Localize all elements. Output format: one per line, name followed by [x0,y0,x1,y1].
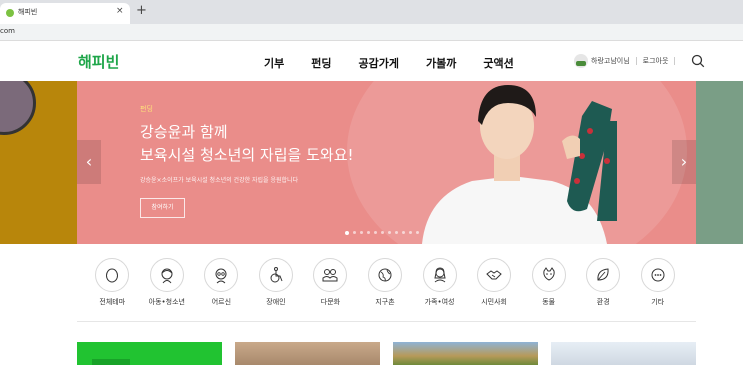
favicon-icon [6,9,14,17]
banner-subtitle: 강승윤×소이프가 보육시설 청소년의 건강한 자립을 응원합니다 [140,177,299,184]
featured-card[interactable] [77,342,222,365]
nav-item-visit[interactable]: 가볼까 [426,55,456,71]
slide-dot[interactable] [353,231,356,234]
next-slide-peek[interactable] [696,81,743,244]
category-item[interactable]: 아동•청소년 [140,258,195,318]
content-card[interactable] [235,342,380,365]
slide-dot[interactable] [416,231,419,234]
participate-button[interactable]: 참여하기 [140,198,185,218]
slide-dot[interactable] [388,231,391,234]
category-item[interactable]: 기타 [630,258,685,318]
site-logo[interactable]: 해피빈 [78,51,119,72]
slide-dot[interactable] [402,231,405,234]
banner-person-image [422,85,617,244]
prev-slide-peek[interactable] [0,81,77,244]
category-label: 동물 [542,298,556,306]
elder-icon [204,258,239,292]
slide-dot[interactable] [409,231,412,234]
banner-slide[interactable]: 펀딩 강승윤과 함께 보육시설 청소년의 자립을 도와요! 강승윤×소이프가 보… [77,81,696,244]
category-label: 가족•여성 [424,298,455,306]
banner-carousel: 펀딩 강승윤과 함께 보육시설 청소년의 자립을 도와요! 강승윤×소이프가 보… [0,81,743,244]
new-tab-button[interactable]: + [136,4,147,18]
cat-icon [531,258,566,292]
slide-dot[interactable] [381,231,384,234]
slide-dot[interactable] [374,231,377,234]
category-item[interactable]: 가족•여성 [412,258,467,318]
slide-dot[interactable] [367,231,370,234]
leaf-icon [586,258,621,292]
site-header: 해피빈 기부 펀딩 공감가게 가볼까 굿액션 하랑고남이님 로그아웃 [0,41,743,81]
address-bar[interactable]: com [0,24,743,41]
close-tab-icon[interactable]: × [116,6,124,16]
more-icon [640,258,675,292]
content-card[interactable] [393,342,538,365]
category-label: 지구촌 [375,298,395,306]
woman-icon [422,258,457,292]
category-label: 환경 [596,298,610,306]
user-area: 하랑고남이님 로그아웃 [574,54,705,68]
nav-item-funding[interactable]: 펀딩 [311,55,331,71]
category-list: 전체테마 아동•청소년 어르신 장애인 다문화 지구촌 가족•여성 시민사회 동물 환경 기타 [85,258,685,318]
slide-dot[interactable] [360,231,363,234]
category-label: 시민사회 [481,298,507,306]
slide-indicators [345,230,423,235]
browser-tab-bar: 해피빈 × + [0,0,743,24]
logout-link[interactable]: 로그아웃 [643,56,669,66]
tab-title: 해피빈 [18,8,38,16]
prev-slide-button[interactable]: ‹ [77,140,101,184]
wheelchair-icon [258,258,293,292]
category-item[interactable]: 어르신 [194,258,249,318]
divider [635,57,637,65]
user-name[interactable]: 하랑고남이님 [591,56,630,66]
globe-icon [368,258,402,292]
section-divider [77,321,696,322]
divider [674,57,676,65]
category-item[interactable]: 전체테마 [85,258,140,318]
content-card[interactable] [551,342,696,365]
avatar[interactable] [574,54,588,68]
nav-item-store[interactable]: 공감가게 [359,55,399,71]
category-label: 기타 [651,298,665,306]
nav-item-good-action[interactable]: 굿액션 [483,55,513,71]
main-nav: 기부 펀딩 공감가게 가볼까 굿액션 [264,55,541,71]
handshake-icon [477,258,512,292]
next-slide-button[interactable]: › [672,140,696,184]
browser-tab[interactable]: 해피빈 × [0,3,130,24]
category-item[interactable]: 동물 [521,258,576,318]
category-item[interactable]: 환경 [576,258,631,318]
search-icon[interactable] [691,54,705,68]
banner-category: 펀딩 [140,105,153,113]
slide-dot[interactable] [395,231,398,234]
people-icon [313,258,348,292]
card-row [77,342,696,365]
child-icon [149,258,184,292]
category-label: 장애인 [266,298,286,306]
category-label: 다문화 [320,298,341,306]
category-item[interactable]: 다문화 [303,258,358,318]
category-item[interactable]: 장애인 [249,258,304,318]
category-label: 어르신 [211,298,232,306]
slide-dot[interactable] [345,230,349,235]
category-label: 전체테마 [99,298,126,306]
egg-icon [95,258,130,292]
nav-item-donate[interactable]: 기부 [264,55,284,71]
banner-title: 강승윤과 함께 보육시설 청소년의 자립을 도와요! [140,123,354,164]
category-item[interactable]: 지구촌 [358,258,413,318]
category-item[interactable]: 시민사회 [467,258,522,318]
category-label: 아동•청소년 [148,298,185,306]
url-text: com [0,27,15,35]
